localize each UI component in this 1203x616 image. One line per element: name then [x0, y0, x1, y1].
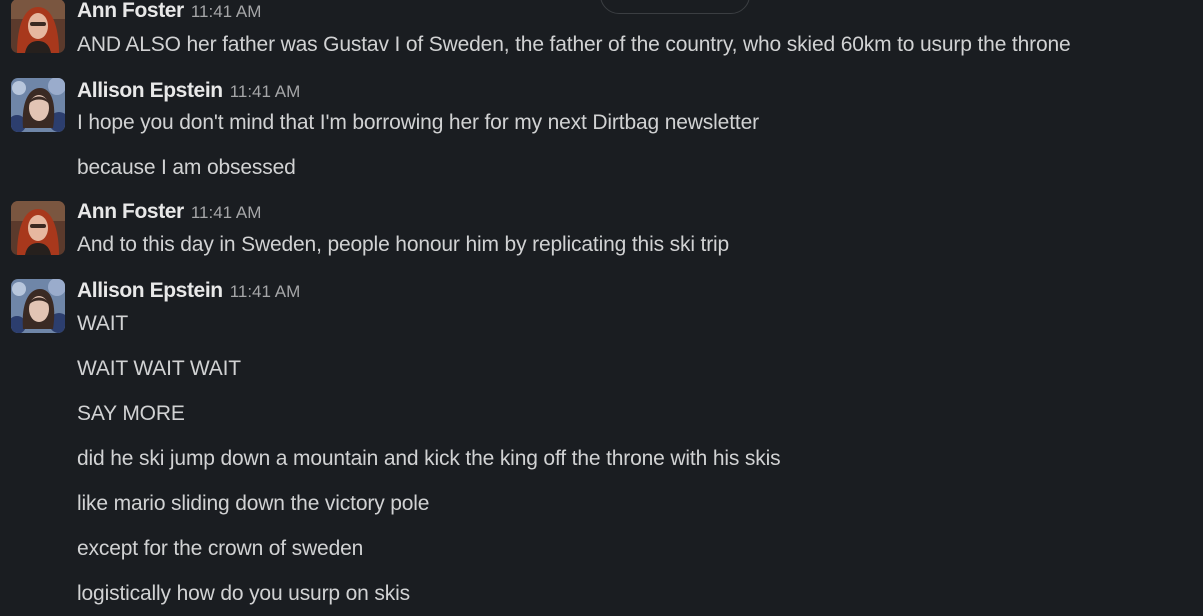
message-timestamp[interactable]: 11:41 AM	[191, 203, 262, 222]
allison-epstein-avatar[interactable]	[11, 279, 65, 333]
message-text: And to this day in Sweden, people honour…	[77, 233, 730, 256]
message-text: did he ski jump down a mountain and kick…	[77, 447, 781, 470]
message-text: I hope you don't mind that I'm borrowing…	[77, 111, 759, 134]
message-text: like mario sliding down the victory pole	[77, 492, 430, 515]
message-timestamp[interactable]: 11:41 AM	[230, 282, 301, 301]
ann-foster-avatar[interactable]	[11, 201, 65, 255]
message-timestamp[interactable]: 11:41 AM	[191, 2, 262, 21]
message-text: except for the crown of sweden	[77, 537, 364, 560]
message-text: WAIT WAIT WAIT	[77, 357, 241, 380]
message-author[interactable]: Ann Foster	[77, 0, 184, 22]
message-text: logistically how do you usurp on skis	[77, 582, 410, 605]
message-list: Ann Foster 11:41 AM AND ALSO her father w…	[0, 0, 1203, 616]
message-author[interactable]: Allison Epstein	[77, 279, 223, 302]
message-text: because I am obsessed	[77, 156, 296, 179]
message-text: AND ALSO her father was Gustav I of Swed…	[77, 33, 1071, 56]
message-author[interactable]: Ann Foster	[77, 200, 184, 223]
message-author[interactable]: Allison Epstein	[77, 79, 223, 102]
allison-epstein-avatar[interactable]	[11, 78, 65, 132]
message-text: SAY MORE	[77, 402, 185, 425]
ann-foster-avatar[interactable]	[11, 0, 65, 53]
message-timestamp[interactable]: 11:41 AM	[230, 82, 301, 101]
message-text: WAIT	[77, 312, 129, 335]
